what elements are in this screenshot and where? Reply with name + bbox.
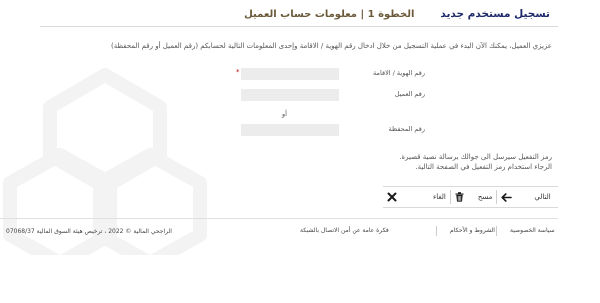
cancel-button[interactable]: الغاء [383,187,450,207]
required-asterisk: * [236,68,240,76]
clear-label: مسح [477,193,493,201]
arrow-left-icon [501,192,513,202]
trash-icon [455,192,464,202]
header-divider [40,26,558,27]
footer-divider [0,218,558,219]
cancel-label: الغاء [433,193,446,201]
close-icon [387,192,397,202]
footer-link-divider [496,226,497,236]
step-indicator: الخطوة 1 | معلومات حساب العميل [244,8,415,20]
privacy-link[interactable]: سياسة الخصوصية [510,227,555,234]
or-separator: أو [282,110,287,118]
page-header: تسجيل مستخدم جديد الخطوة 1 | معلومات حسا… [244,6,550,22]
page-title: تسجيل مستخدم جديد [440,8,550,20]
customer-label: رقم العميل [394,90,425,98]
customer-row: رقم العميل [50,89,550,101]
id-number-input[interactable] [241,68,339,80]
customer-number-input[interactable] [241,89,339,101]
copyright-text: الراجحي المالية © 2022 ، ترخيص هيئة السو… [6,228,172,235]
id-label: رقم الهوية / الاقامة [373,69,425,77]
footer-link-divider [436,226,437,236]
terms-link[interactable]: الشروط و الأحكام [450,227,495,234]
next-label: التالي [534,193,551,201]
activation-note: رمز التفعيل سيرسل الى جوالك برسالة نصية … [399,152,552,172]
portfolio-row: رقم المحفظة [50,124,550,136]
activation-note-line1: رمز التفعيل سيرسل الى جوالك برسالة نصية … [399,153,552,161]
activation-note-line2: الرجاء استخدام رمز التفعيل في الصفحة الت… [415,163,552,171]
watermark-logo [3,68,207,255]
id-row: رقم الهوية / الاقامة * [50,68,550,80]
action-bar: الغاء مسح التالي [383,186,558,208]
portfolio-number-input[interactable] [241,124,339,136]
security-link[interactable]: فكرة عامة عن أمن الاتصال بالشبكة [300,227,389,234]
portfolio-label: رقم المحفظة [388,125,425,133]
intro-text: عزيزي العميل، يمكنك الآن البدء في عملية … [111,42,552,50]
next-button[interactable]: التالي [497,187,554,207]
clear-button[interactable]: مسح [451,187,497,207]
